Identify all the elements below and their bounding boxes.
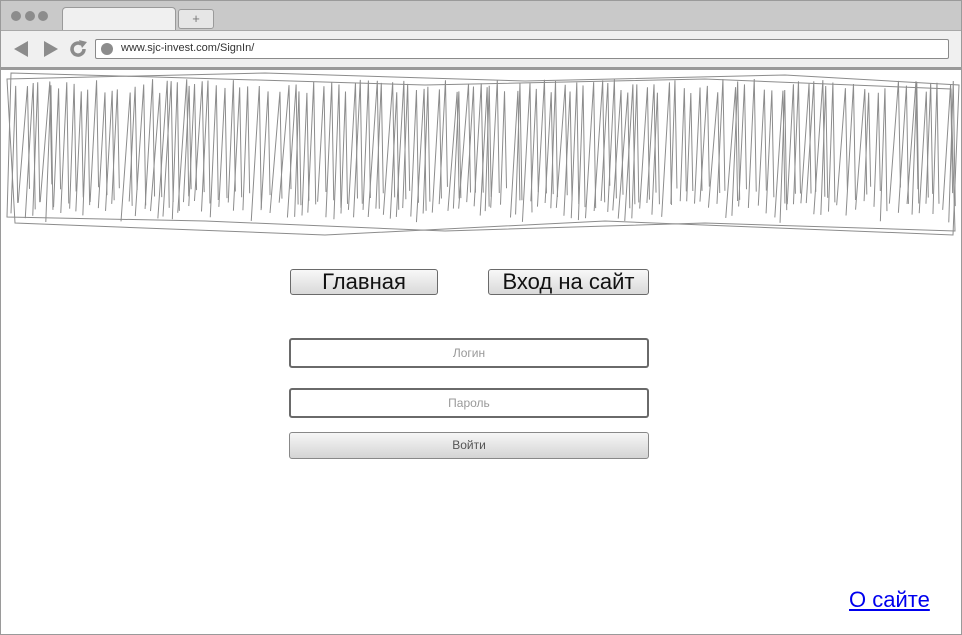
login-submit-button[interactable]: Войти — [289, 432, 649, 459]
home-button[interactable]: Главная — [290, 269, 438, 295]
header-image-placeholder — [6, 72, 960, 236]
reload-icon[interactable] — [68, 39, 88, 59]
window-maximize-dot[interactable] — [38, 11, 48, 21]
browser-titlebar: + — [1, 1, 961, 31]
address-bar[interactable]: www.sjc-invest.com/SignIn/ — [95, 39, 949, 59]
browser-window: + www.sjc-invest.com/SignIn/ Главная Вхо… — [0, 0, 962, 635]
new-tab-button[interactable]: + — [178, 9, 214, 29]
login-input[interactable]: Логин — [289, 338, 649, 368]
url-text: www.sjc-invest.com/SignIn/ — [121, 42, 255, 54]
globe-icon — [101, 43, 113, 55]
forward-arrow-icon[interactable] — [41, 39, 61, 59]
browser-navbar: www.sjc-invest.com/SignIn/ — [1, 31, 961, 70]
window-minimize-dot[interactable] — [25, 11, 35, 21]
browser-tab[interactable] — [62, 7, 176, 30]
back-arrow-icon[interactable] — [11, 39, 31, 59]
window-close-dot[interactable] — [11, 11, 21, 21]
signin-nav-button[interactable]: Вход на сайт — [488, 269, 649, 295]
about-link[interactable]: О сайте — [849, 587, 930, 613]
password-input[interactable]: Пароль — [289, 388, 649, 418]
